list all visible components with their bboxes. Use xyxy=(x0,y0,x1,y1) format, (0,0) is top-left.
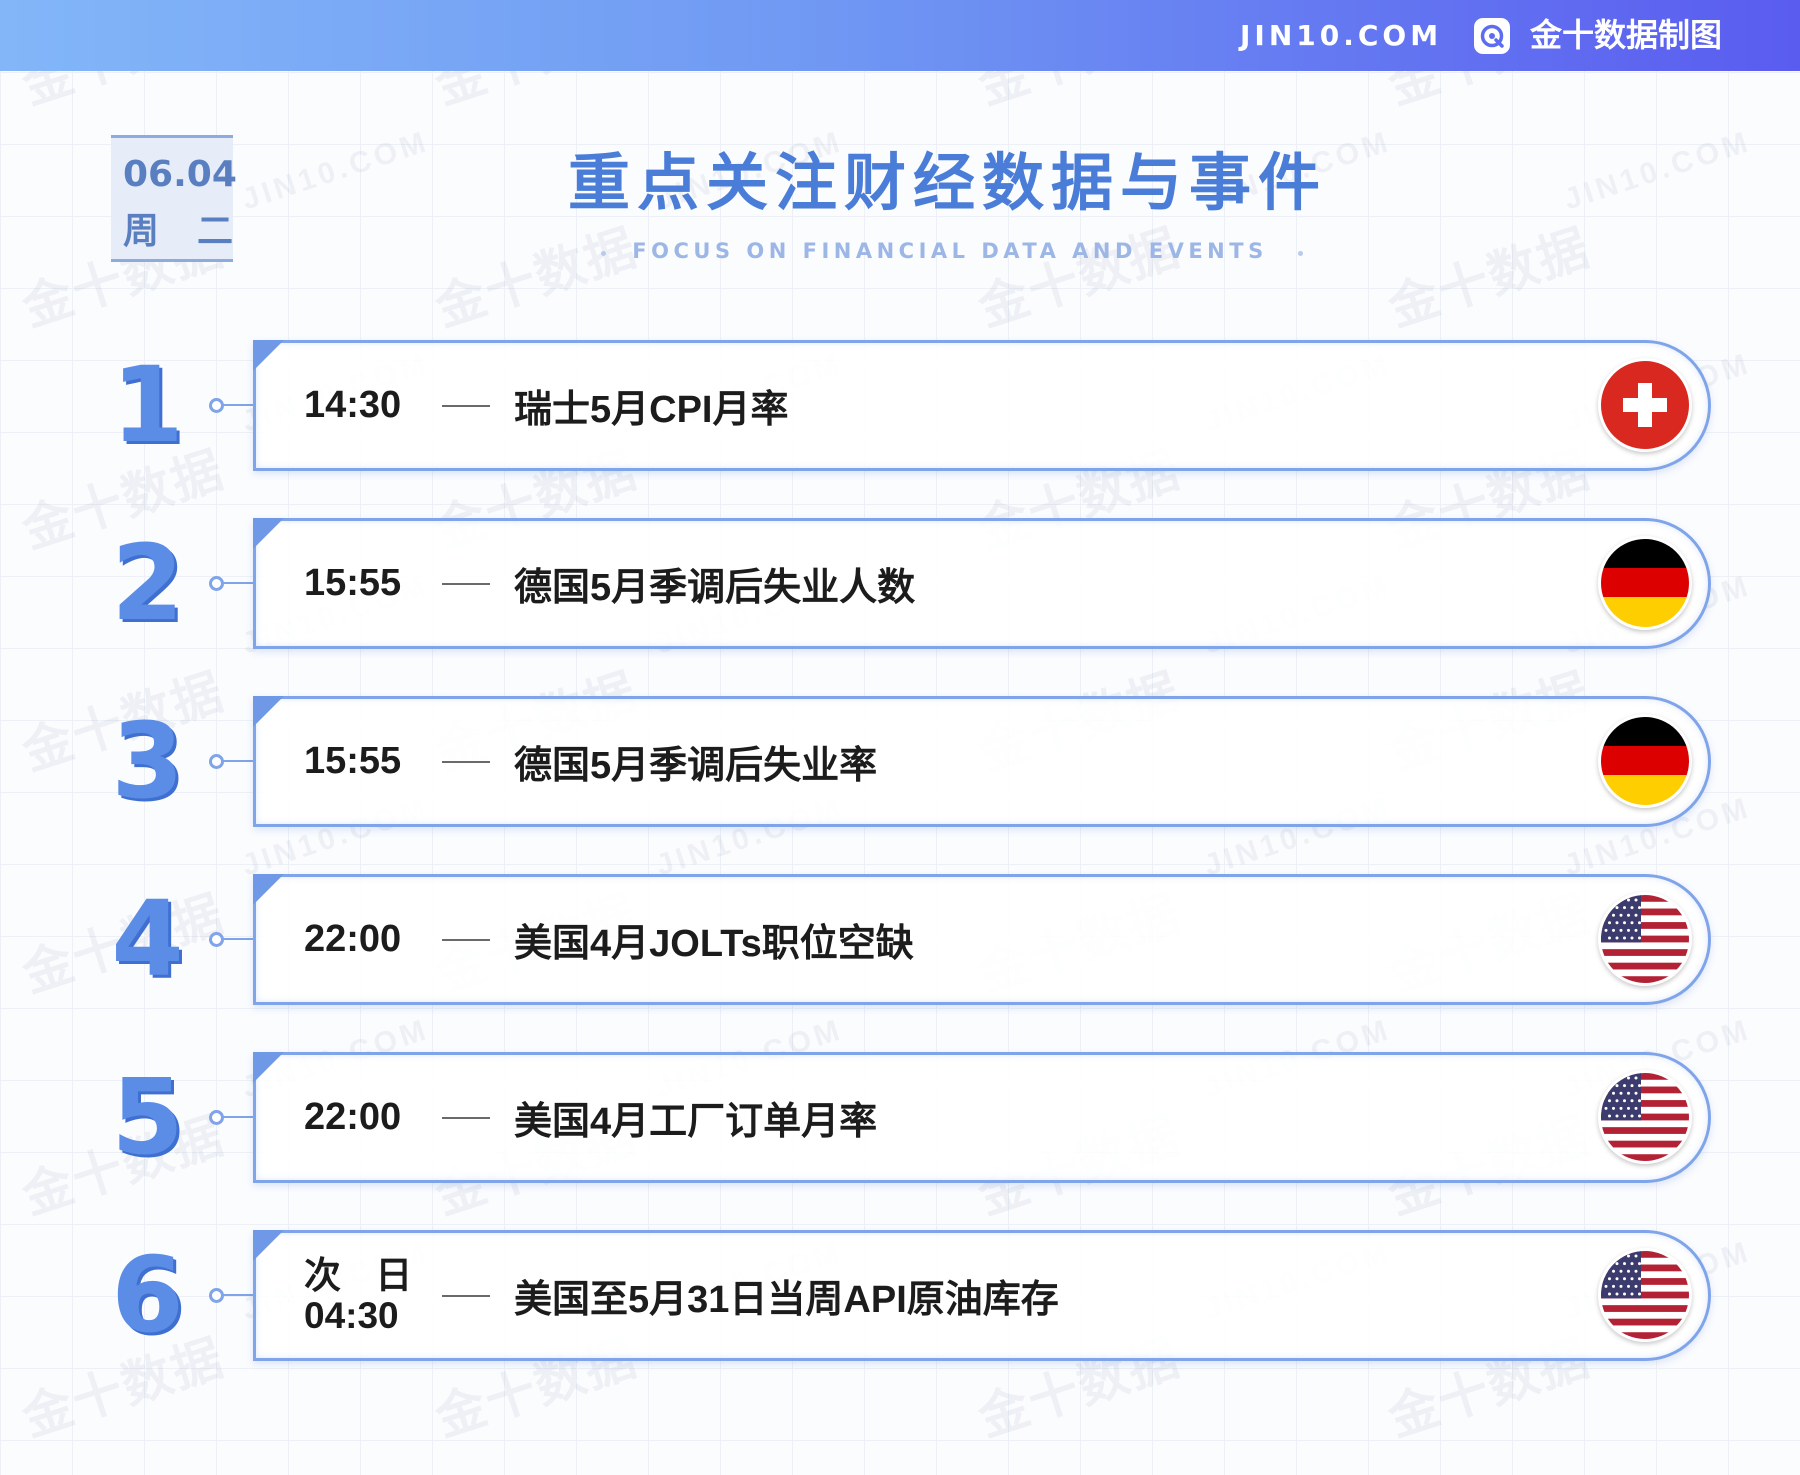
connector-line xyxy=(220,1294,253,1296)
site-label: JIN10.COM xyxy=(1240,19,1443,52)
event-card: 次 日 04:30 美国至5月31日当周API原油库存 xyxy=(253,1230,1711,1361)
event-name: 德国5月季调后失业人数 xyxy=(514,567,916,609)
time-separator xyxy=(442,761,490,763)
connector-dot xyxy=(209,1288,224,1303)
page-subtitle: FOCUS ON FINANCIAL DATA AND EVENTS xyxy=(632,239,1268,263)
page-title: 重点关注财经数据与事件 xyxy=(567,149,1327,218)
event-index: 2 xyxy=(111,522,184,644)
corner-triangle xyxy=(253,874,284,905)
connector-dot xyxy=(209,1110,224,1125)
germany-flag-icon xyxy=(1598,536,1692,630)
connector-line xyxy=(220,938,253,940)
event-time: 15:55 xyxy=(304,562,402,604)
usa-flag-icon xyxy=(1598,1248,1692,1342)
watermark-text: 金十数据 xyxy=(971,219,1187,337)
event-name: 美国至5月31日当周API原油库存 xyxy=(514,1279,1059,1321)
time-separator xyxy=(442,1295,490,1297)
corner-triangle xyxy=(253,696,284,727)
event-card: 22:00 美国4月JOLTs职位空缺 xyxy=(253,874,1711,1005)
event-card: 15:55 德国5月季调后失业率 xyxy=(253,696,1711,827)
watermark-text: JIN10.COM xyxy=(238,124,434,217)
event-time-day: 次 日 xyxy=(304,1254,425,1296)
watermark-text: JIN10.COM xyxy=(1560,124,1756,217)
event-time: 22:00 xyxy=(304,918,402,960)
infographic-page: 金十数据 金十数据 金十数据 金十数据 金十数据 金十数据 金十数据 金十数据 金十数据 金十数据… xyxy=(0,0,1800,1475)
connector-line xyxy=(220,760,253,762)
corner-triangle xyxy=(253,1230,284,1261)
connector-dot xyxy=(209,754,224,769)
connector-dot xyxy=(209,576,224,591)
event-card: 14:30 瑞士5月CPI月率 xyxy=(253,340,1711,471)
time-separator xyxy=(442,583,490,585)
event-card: 22:00 美国4月工厂订单月率 xyxy=(253,1052,1711,1183)
event-time: 04:30 xyxy=(304,1294,399,1336)
event-name: 美国4月工厂订单月率 xyxy=(514,1101,878,1143)
event-time: 14:30 xyxy=(304,384,402,426)
event-index: 4 xyxy=(111,878,184,1000)
connector-line xyxy=(220,1116,253,1118)
time-separator xyxy=(442,405,490,407)
event-index: 6 xyxy=(111,1234,184,1356)
connector-line xyxy=(220,582,253,584)
event-name: 德国5月季调后失业率 xyxy=(514,745,878,787)
event-name: 美国4月JOLTs职位空缺 xyxy=(514,923,914,965)
germany-flag-icon xyxy=(1598,714,1692,808)
usa-flag-icon xyxy=(1598,892,1692,986)
date-weekday: 周 二 xyxy=(123,210,248,251)
event-row: 4 22:00 美国4月JOLTs职位空缺 xyxy=(0,874,1800,1005)
brand-label: 金十数据制图 xyxy=(1530,17,1723,53)
date-badge: 06.04 周 二 xyxy=(111,135,237,262)
header-bar: JIN10.COM 金十数据制图 xyxy=(0,0,1800,71)
watermark-text: 金十数据 xyxy=(1381,219,1597,337)
connector-dot xyxy=(209,398,224,413)
corner-triangle xyxy=(253,340,284,371)
connector-line xyxy=(220,404,253,406)
event-row: 3 15:55 德国5月季调后失业率 xyxy=(0,696,1800,827)
watermark-text: 金十数据 xyxy=(428,219,644,337)
event-time: 22:00 xyxy=(304,1096,402,1138)
jin10-logo-icon xyxy=(1474,18,1510,54)
event-time: 15:55 xyxy=(304,740,402,782)
usa-flag-icon xyxy=(1598,1070,1692,1164)
connector-dot xyxy=(209,932,224,947)
event-index: 1 xyxy=(111,344,184,466)
event-index: 5 xyxy=(111,1056,184,1178)
event-card: 15:55 德国5月季调后失业人数 xyxy=(253,518,1711,649)
time-separator xyxy=(442,939,490,941)
subtitle-dot-right xyxy=(1298,251,1303,256)
event-row: 6 次 日 04:30 美国至5月31日当周API原油库存 xyxy=(0,1230,1800,1361)
event-time-block: 次 日 04:30 xyxy=(304,1233,424,1358)
event-row: 5 22:00 美国4月工厂订单月率 xyxy=(0,1052,1800,1183)
corner-triangle xyxy=(253,1052,284,1083)
date-day: 06.04 xyxy=(123,154,237,195)
switzerland-flag-icon xyxy=(1598,358,1692,452)
event-row: 1 14:30 瑞士5月CPI月率 xyxy=(0,340,1800,471)
event-name: 瑞士5月CPI月率 xyxy=(514,389,789,431)
time-separator xyxy=(442,1117,490,1119)
event-index: 3 xyxy=(111,700,184,822)
corner-triangle xyxy=(253,518,284,549)
event-row: 2 15:55 德国5月季调后失业人数 xyxy=(0,518,1800,649)
